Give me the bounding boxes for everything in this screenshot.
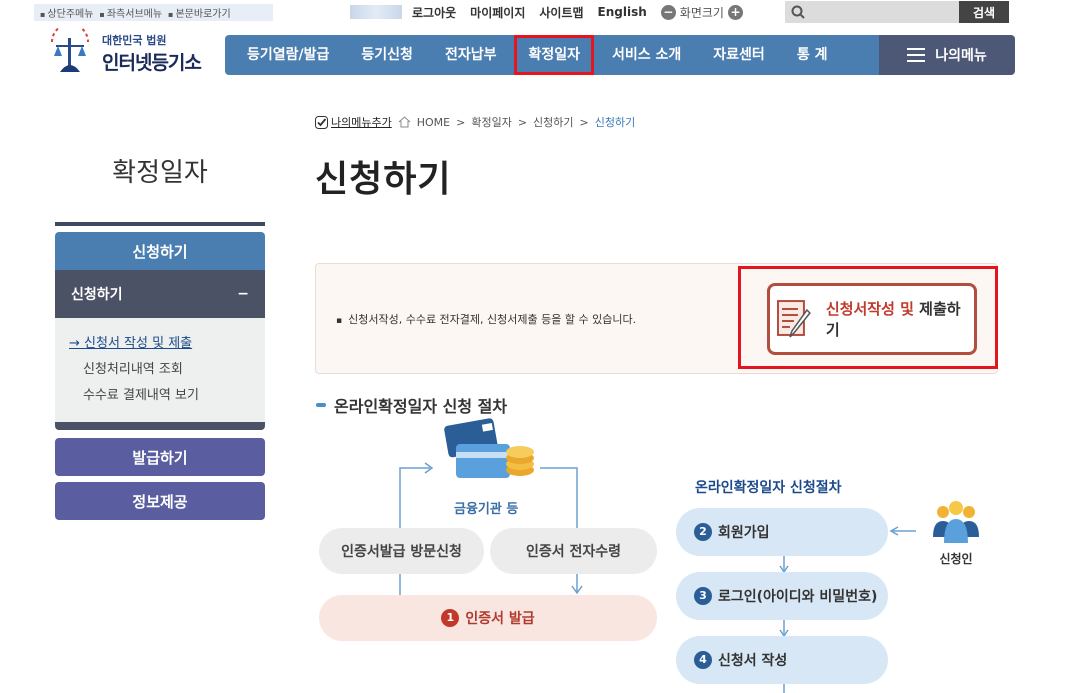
step-signup-label: 회원가입 [718, 525, 770, 541]
step-signup: 2 회원가입 [676, 508, 888, 556]
nav-item-resource-center[interactable]: 자료센터 [697, 35, 781, 75]
step-login: 3 로그인(아이디와 비밀번호) [676, 572, 888, 620]
mypage-link[interactable]: 마이페이지 [470, 4, 525, 21]
cert-issue-label: 인증서 발급 [465, 611, 535, 627]
sidebar-item-payment-history[interactable]: 수수료 결제내역 보기 [69, 384, 265, 410]
search-bar: 검색 [785, 1, 1009, 23]
nav-item-registry-view[interactable]: 등기열람/발급 [225, 35, 345, 75]
step-number-1: 1 [441, 609, 460, 627]
apply-highlight-frame: 신청서작성 및 제출하기 [738, 266, 998, 369]
process-section-title: 온라인확정일자 신청 절차 [316, 393, 507, 417]
court-emblem-icon [51, 28, 89, 72]
nav-item-registry-apply[interactable]: 등기신청 [345, 35, 429, 75]
document-pen-icon [776, 300, 811, 338]
skip-link-content[interactable]: 본문바로가기 [168, 5, 230, 20]
breadcrumb-current: 신청하기 [594, 116, 636, 129]
zoom-in-icon[interactable]: + [727, 4, 743, 20]
nav-item-e-payment[interactable]: 전자납부 [429, 35, 513, 75]
cert-issue-step: 1 인증서 발급 [319, 595, 657, 641]
skip-links: 상단주메뉴 좌측서브메뉴 본문바로가기 [34, 4, 273, 21]
apply-write-submit-button[interactable]: 신청서작성 및 제출하기 [767, 283, 977, 355]
sidebar-divider [55, 222, 265, 226]
logo-court-text: 대한민국 법원 [102, 33, 167, 47]
user-name-redacted [350, 5, 402, 19]
step-write-form-label: 신청서 작성 [718, 653, 788, 669]
step-write-form: 4 신청서 작성 [676, 636, 888, 684]
nav-item-fixed-date[interactable]: 확정일자 [514, 35, 594, 75]
step-number-3: 3 [694, 587, 712, 605]
sidebar-submenu-footer [55, 422, 265, 430]
info-text: 신청서작성, 수수료 전자결제, 신청서제출 등을 할 수 있습니다. [336, 311, 636, 327]
nav-item-service-intro[interactable]: 서비스 소개 [596, 35, 697, 75]
logout-link[interactable]: 로그아웃 [412, 4, 456, 21]
search-icon [791, 5, 805, 19]
english-link[interactable]: English [598, 5, 647, 19]
step-number-2: 2 [694, 523, 712, 541]
step-login-label: 로그인(아이디와 비밀번호) [718, 589, 878, 605]
site-logo[interactable]: 대한민국 법원 인터넷등기소 [44, 28, 202, 78]
financial-institution-label: 금융기관 등 [454, 502, 519, 517]
card-coins-icon [444, 418, 534, 478]
sidebar-item-write-submit[interactable]: 신청서 작성 및 제출 [69, 332, 265, 358]
search-button[interactable]: 검색 [959, 1, 1009, 23]
skip-link-side-menu[interactable]: 좌측서브메뉴 [99, 5, 162, 20]
apply-label: 신청서작성 및 제출하기 [826, 298, 974, 340]
sidebar-item-history[interactable]: 신청처리내역 조회 [69, 358, 265, 384]
sidebar-section-apply[interactable]: 신청하기 [55, 232, 265, 270]
zoom-out-icon[interactable]: − [660, 4, 676, 20]
breadcrumb-sep: > [517, 115, 528, 129]
home-icon [398, 116, 411, 128]
applicant: 신청인 [928, 497, 984, 567]
breadcrumb: 나의메뉴추가 HOME > 확정일자 > 신청하기 > 신청하기 [315, 114, 635, 130]
hamburger-icon [907, 48, 926, 62]
add-my-menu-label: 나의메뉴추가 [331, 116, 392, 129]
nav-item-statistics[interactable]: 통 계 [781, 35, 844, 75]
sidebar-submenu-header[interactable]: 신청하기 − [55, 270, 265, 318]
applicant-label: 신청인 [939, 552, 973, 566]
right-flow-title: 온라인확정일자 신청절차 [695, 480, 842, 496]
add-my-menu-link[interactable]: 나의메뉴추가 [315, 114, 392, 130]
utility-bar: 로그아웃 마이페이지 사이트맵 English − 화면크기 + [350, 3, 743, 21]
my-menu-label: 나의메뉴 [935, 48, 987, 64]
page-title: 신청하기 [315, 159, 452, 200]
my-menu-button[interactable]: 나의메뉴 [879, 35, 1015, 75]
breadcrumb-sep: > [456, 115, 466, 129]
cert-visit-apply-step: 인증서발급 방문신청 [319, 528, 484, 574]
cert-electronic-receive-step: 인증서 전자수령 [490, 528, 657, 574]
sidebar-section-issue[interactable]: 발급하기 [55, 438, 265, 476]
breadcrumb-apply[interactable]: 신청하기 [533, 114, 573, 130]
breadcrumb-home[interactable]: HOME [417, 116, 450, 129]
sidebar-submenu-list: 신청서 작성 및 제출 신청처리내역 조회 수수료 결제내역 보기 [55, 318, 265, 422]
apply-label-part1: 신청서작성 및 [825, 300, 914, 318]
people-icon [933, 501, 979, 543]
sitemap-link[interactable]: 사이트맵 [539, 4, 583, 21]
breadcrumb-fixed-date[interactable]: 확정일자 [471, 114, 511, 130]
info-box: 신청서작성, 수수료 전자결제, 신청서제출 등을 할 수 있습니다. 신청서작… [315, 263, 998, 374]
main-nav: 등기열람/발급 등기신청 전자납부 확정일자 서비스 소개 자료센터 통 계 [225, 35, 879, 75]
zoom-label: 화면크기 [679, 5, 724, 20]
sidebar-submenu-title: 신청하기 [71, 287, 123, 303]
sidebar-title: 확정일자 [112, 158, 208, 188]
step-number-4: 4 [694, 651, 712, 669]
collapse-icon[interactable]: − [237, 286, 249, 302]
breadcrumb-sep: > [579, 115, 589, 129]
logo-site-text: 인터넷등기소 [102, 51, 202, 74]
zoom-control: − 화면크기 + [660, 4, 743, 21]
search-input[interactable] [785, 1, 959, 23]
skip-link-top-menu[interactable]: 상단주메뉴 [40, 5, 93, 20]
sidebar-section-info[interactable]: 정보제공 [55, 482, 265, 520]
checkbox-check-icon [315, 115, 328, 129]
